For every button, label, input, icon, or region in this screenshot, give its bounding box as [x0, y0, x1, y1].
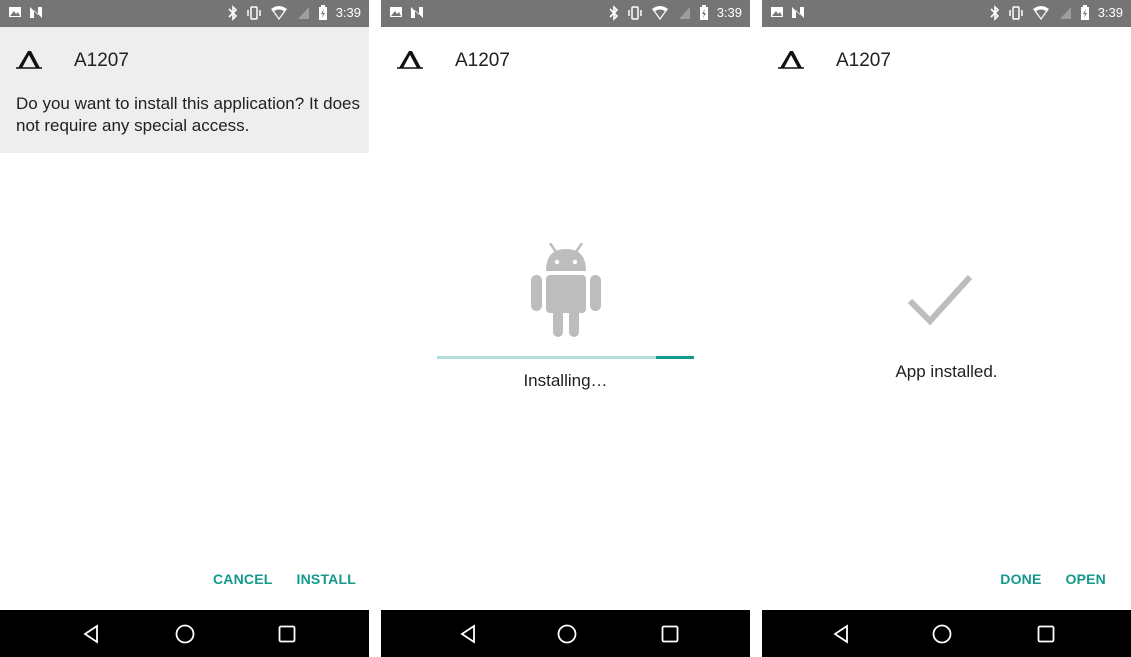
cancel-button[interactable]: CANCEL [213, 571, 273, 587]
no-sim-icon [1059, 7, 1071, 19]
installing-status-text: Installing… [523, 371, 608, 390]
installing-screen: 3:39 A1207 Installing… [381, 0, 750, 657]
installed-status-text: App installed. [895, 362, 998, 381]
install-dialog-header: A1207 Do you want to install this applic… [0, 27, 369, 153]
vibrate-icon [246, 6, 261, 20]
image-icon [771, 7, 783, 17]
app-name: A1207 [455, 50, 510, 71]
bluetooth-icon [990, 5, 999, 21]
bluetooth-icon [228, 5, 237, 21]
status-time: 3:39 [716, 5, 742, 20]
status-bar: 3:39 [762, 0, 1131, 27]
wifi-icon [651, 6, 668, 20]
back-icon[interactable] [830, 623, 852, 645]
home-icon[interactable] [556, 623, 578, 645]
n-icon [30, 7, 42, 18]
wifi-icon [1032, 6, 1049, 20]
bluetooth-icon [609, 5, 618, 21]
status-time: 3:39 [335, 5, 361, 20]
battery-icon [318, 5, 327, 20]
home-icon[interactable] [174, 623, 196, 645]
app-header: A1207 [381, 27, 750, 153]
back-icon[interactable] [80, 623, 102, 645]
n-icon [792, 7, 804, 18]
wifi-icon [270, 6, 287, 20]
checkmark-icon [907, 274, 973, 326]
vibrate-icon [1008, 6, 1023, 20]
n-icon [411, 7, 423, 18]
done-button[interactable]: DONE [1000, 571, 1041, 587]
status-time: 3:39 [1097, 5, 1123, 20]
back-icon[interactable] [457, 623, 479, 645]
recents-icon[interactable] [1035, 623, 1057, 645]
navigation-bar [0, 610, 369, 657]
image-icon [390, 7, 402, 17]
installed-screen: 3:39 A1207 App installed. DONE OPEN [762, 0, 1131, 657]
battery-icon [1080, 5, 1089, 20]
app-logo-icon [778, 51, 804, 69]
recents-icon[interactable] [276, 623, 298, 645]
android-icon [531, 243, 601, 337]
vibrate-icon [627, 6, 642, 20]
app-name: A1207 [836, 50, 891, 71]
install-button[interactable]: INSTALL [297, 571, 356, 587]
install-progress-fill [656, 356, 694, 359]
no-sim-icon [297, 7, 309, 19]
dialog-actions: DONE OPEN [1000, 571, 1106, 587]
dialog-actions: CANCEL INSTALL [213, 571, 356, 587]
install-prompt-text: Do you want to install this application?… [16, 94, 360, 135]
app-logo-icon [397, 51, 423, 69]
open-button[interactable]: OPEN [1066, 571, 1106, 587]
home-icon[interactable] [931, 623, 953, 645]
recents-icon[interactable] [659, 623, 681, 645]
install-prompt-screen: 3:39 A1207 Do you want to install this a… [0, 0, 369, 657]
app-name: A1207 [74, 50, 129, 71]
status-bar: 3:39 [0, 0, 369, 27]
no-sim-icon [678, 7, 690, 19]
app-header: A1207 [762, 27, 1131, 153]
navigation-bar [381, 610, 750, 657]
navigation-bar [762, 610, 1131, 657]
battery-icon [699, 5, 708, 20]
app-logo-icon [16, 51, 42, 69]
status-bar: 3:39 [381, 0, 750, 27]
image-icon [9, 7, 21, 17]
